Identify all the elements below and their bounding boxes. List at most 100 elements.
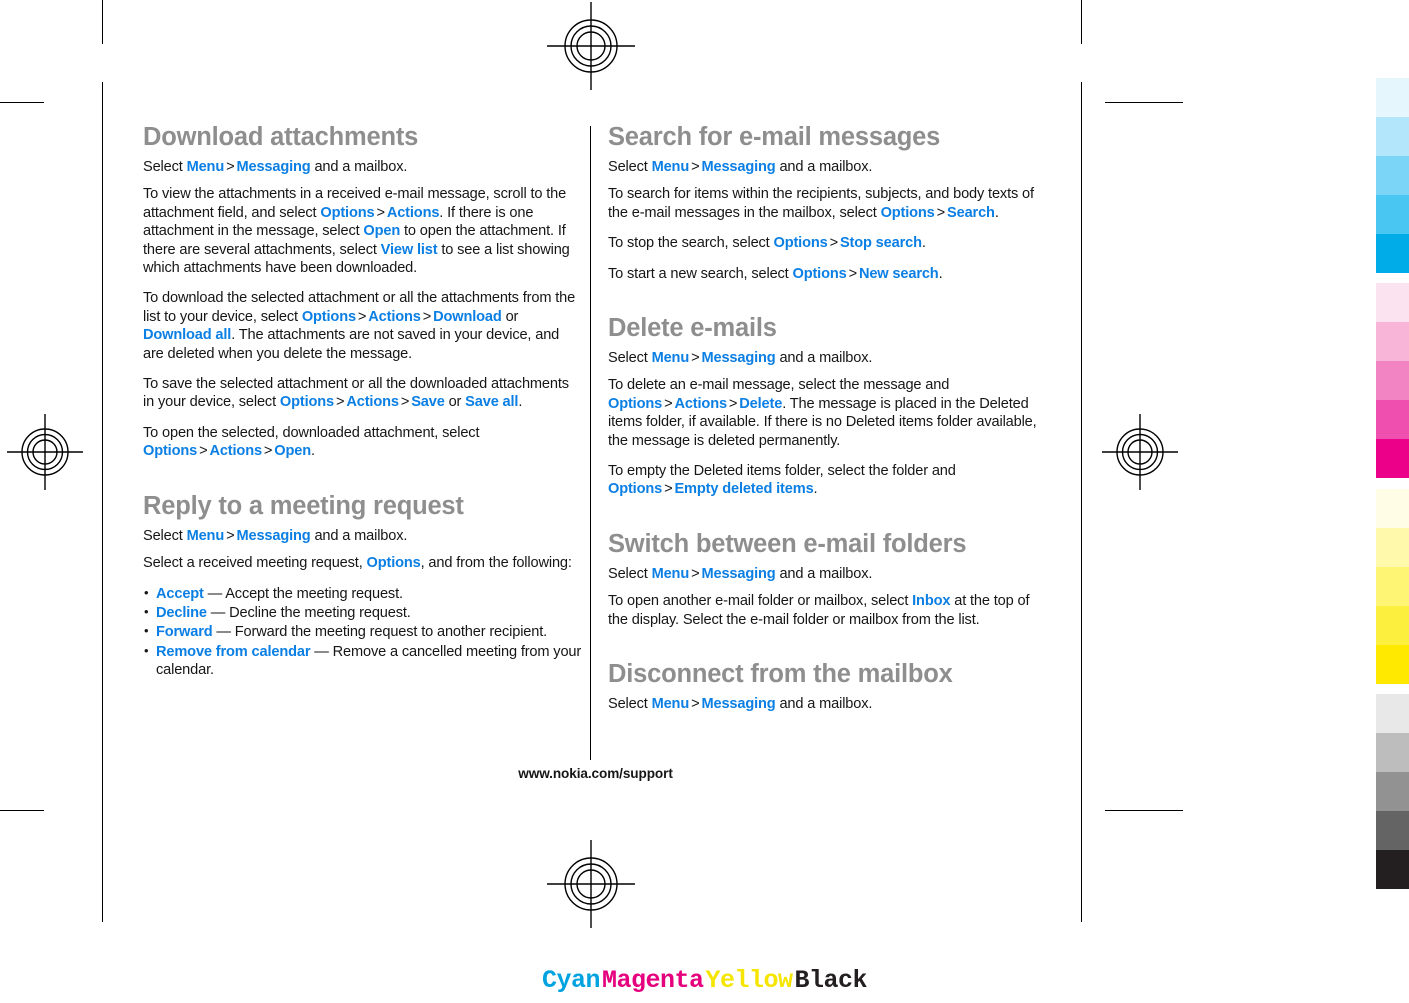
ui-term-link[interactable]: Remove from calendar xyxy=(156,644,311,660)
body-text-run: . xyxy=(518,394,523,411)
list-item: Remove from calendar — Remove a cancelle… xyxy=(143,642,583,680)
menu-separator: > xyxy=(691,159,700,175)
menu-separator: > xyxy=(664,395,673,412)
paragraph: To delete an e-mail message, select the … xyxy=(608,376,1048,450)
ui-term-link[interactable]: Save all xyxy=(465,394,518,410)
ui-term-link[interactable]: Open xyxy=(274,443,311,459)
body-text-run: — Decline the meeting request. xyxy=(206,604,411,621)
ui-term-link[interactable]: Options xyxy=(320,205,374,221)
body-text-run: and a mailbox. xyxy=(775,350,873,367)
color-swatch-magenta-3 xyxy=(1376,361,1409,400)
color-swatch-magenta-5 xyxy=(1376,439,1409,478)
paragraph: To open another e-mail folder or mailbox… xyxy=(608,592,1048,629)
color-swatch-cyan-5 xyxy=(1376,234,1409,273)
ui-term-link[interactable]: Menu xyxy=(652,566,690,582)
trim-line-left xyxy=(102,82,103,922)
ui-term-link[interactable]: Empty deleted items xyxy=(674,481,813,497)
ui-term-link[interactable]: Menu xyxy=(187,159,225,175)
ui-term-link[interactable]: Messaging xyxy=(236,159,310,175)
ui-term-link[interactable]: Search xyxy=(947,205,995,221)
ui-term-link[interactable]: Options xyxy=(608,481,662,497)
color-swatch-black-2 xyxy=(1376,733,1409,772)
ui-term-link[interactable]: Download all xyxy=(143,327,231,343)
ui-term-link[interactable]: Inbox xyxy=(912,593,950,609)
menu-separator: > xyxy=(226,159,235,175)
ui-term-link[interactable]: Menu xyxy=(652,350,690,366)
footer-url: www.nokia.com/support xyxy=(518,766,673,781)
menu-separator: > xyxy=(226,527,235,544)
ui-term-link[interactable]: Options xyxy=(367,555,421,571)
ui-term-link[interactable]: Accept xyxy=(156,586,204,602)
ui-term-link[interactable]: Messaging xyxy=(701,566,775,582)
section-heading: Disconnect from the mailbox xyxy=(608,660,953,689)
ui-term-link[interactable]: Menu xyxy=(652,159,690,175)
ui-term-link[interactable]: Options xyxy=(302,309,356,325)
ui-term-link[interactable]: Menu xyxy=(652,696,690,712)
ui-term-link[interactable]: Actions xyxy=(674,396,727,412)
ui-term-link[interactable]: Actions xyxy=(387,205,440,221)
crop-mark-top-left-vertical xyxy=(102,0,103,44)
ui-term-link[interactable]: Options xyxy=(774,235,828,251)
body-text-run: Select xyxy=(608,159,652,175)
paragraph: To search for items within the recipient… xyxy=(608,185,1048,222)
color-swatch-yellow-5 xyxy=(1376,645,1409,684)
ui-term-link[interactable]: New search xyxy=(859,266,939,282)
menu-separator: > xyxy=(664,481,673,498)
ui-term-link[interactable]: Delete xyxy=(739,396,782,412)
left-column: Download attachments Select Menu > Messagin… xyxy=(143,122,583,681)
ui-term-link[interactable]: Actions xyxy=(368,309,421,325)
ui-term-link[interactable]: Messaging xyxy=(701,696,775,712)
body-text-run: . xyxy=(994,204,999,221)
ui-term-link[interactable]: Open xyxy=(363,223,400,239)
ui-term-link[interactable]: View list xyxy=(381,242,438,258)
ui-term-link[interactable]: Options xyxy=(793,266,847,282)
paragraph: Select Menu > Messaging and a mailbox. xyxy=(143,527,583,545)
color-swatch-magenta-1 xyxy=(1376,283,1409,322)
ui-term-link[interactable]: Messaging xyxy=(701,159,775,175)
paragraph: To download the selected attachment or a… xyxy=(143,289,583,363)
ui-term-link[interactable]: Actions xyxy=(209,443,262,459)
list-item: Forward — Forward the meeting request to… xyxy=(143,622,583,641)
body-text-run: and a mailbox. xyxy=(775,696,873,713)
crop-mark-top-left-horizontal xyxy=(0,102,44,103)
body-text-run: To stop the search, select xyxy=(608,235,774,252)
cmyk-label-black: Black xyxy=(794,966,868,995)
body-text-run: and a mailbox. xyxy=(310,159,408,175)
paragraph: To stop the search, select Options > Stop … xyxy=(608,234,1048,252)
ui-term-link[interactable]: Menu xyxy=(187,528,225,544)
color-swatch-yellow-1 xyxy=(1376,489,1409,528)
body-text-run: To open the selected, downloaded attachm… xyxy=(143,424,480,441)
list-item: Decline — Decline the meeting request. xyxy=(143,603,583,622)
paragraph: Select Menu > Messaging and a mailbox. xyxy=(608,158,1048,176)
body-text-run: or xyxy=(444,394,466,411)
paragraph: Select a received meeting request, Optio… xyxy=(143,554,583,572)
ui-term-link[interactable]: Options xyxy=(280,394,334,410)
registration-mark-bottom xyxy=(547,840,635,928)
paragraph: Select Menu > Messaging and a mailbox. xyxy=(608,695,1048,713)
ui-term-link[interactable]: Download xyxy=(433,309,502,325)
registration-mark-top xyxy=(547,2,635,90)
list-item: Accept — Accept the meeting request. xyxy=(143,583,583,603)
section-heading: Reply to a meeting request xyxy=(143,491,464,520)
body-text-run: and a mailbox. xyxy=(310,527,408,544)
menu-separator: > xyxy=(376,204,385,221)
option-list: Accept — Accept the meeting request.Decl… xyxy=(143,583,583,680)
ui-term-link[interactable]: Messaging xyxy=(236,528,310,544)
body-text-run: Select xyxy=(608,696,652,713)
ui-term-link[interactable]: Messaging xyxy=(701,350,775,366)
ui-term-link[interactable]: Options xyxy=(608,396,662,412)
ui-term-link[interactable]: Actions xyxy=(346,394,399,410)
ui-term-link[interactable]: Forward xyxy=(156,624,213,640)
ui-term-link[interactable]: Options xyxy=(143,443,197,459)
body-text-run: To start a new search, select xyxy=(608,265,793,282)
crop-mark-top-right-horizontal xyxy=(1105,102,1183,103)
ui-term-link[interactable]: Stop search xyxy=(840,235,922,251)
color-swatch-black-3 xyxy=(1376,772,1409,811)
ui-term-link[interactable]: Decline xyxy=(156,605,207,621)
section-heading: Delete e-mails xyxy=(608,314,777,343)
color-swatch-cyan-2 xyxy=(1376,117,1409,156)
body-text-run: . xyxy=(938,265,943,282)
ui-term-link[interactable]: Options xyxy=(881,205,935,221)
ui-term-link[interactable]: Save xyxy=(411,394,445,410)
crop-mark-bottom-right-horizontal xyxy=(1105,810,1183,811)
